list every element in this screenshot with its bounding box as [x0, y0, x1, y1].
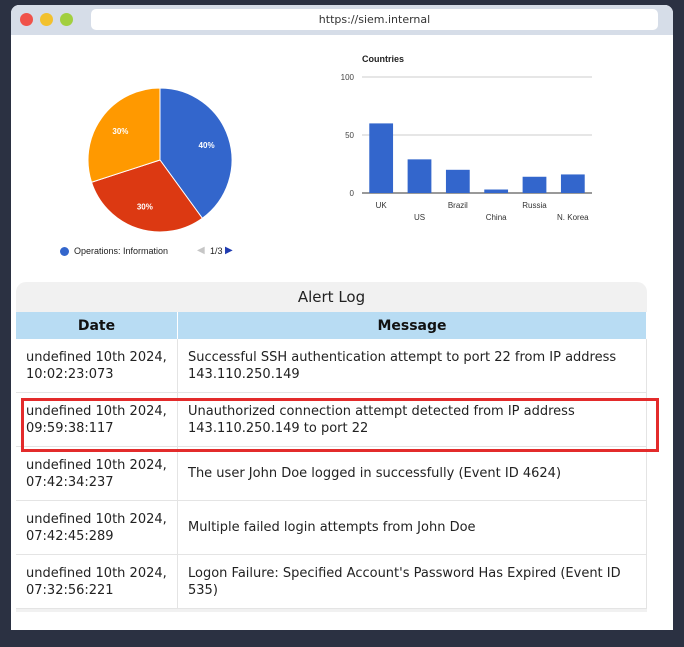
x-tick-label: US	[414, 213, 425, 222]
bar-chart-title: Countries	[362, 54, 404, 64]
minimize-window-button[interactable]	[40, 13, 53, 26]
x-tick-label: UK	[376, 201, 388, 210]
x-tick-label: N. Korea	[557, 213, 589, 222]
table-row[interactable]: undefined 10th 2024, 09:59:38:117 Unauth…	[16, 392, 647, 447]
alert-log-title: Alert Log	[297, 288, 366, 306]
bar[interactable]	[445, 169, 470, 193]
row-date: undefined 10th 2024, 10:02:23:073	[16, 339, 178, 393]
address-bar[interactable]: https://siem.internal	[91, 9, 658, 30]
pie-legend: Operations: Information ◀ 1/3 ▶	[60, 245, 260, 259]
row-message: Multiple failed login attempts from John…	[177, 500, 647, 555]
y-tick-label: 0	[350, 189, 355, 198]
table-row[interactable]: undefined 10th 2024, 10:02:23:073 Succes…	[16, 339, 647, 393]
legend-swatch	[60, 247, 69, 256]
bar[interactable]	[560, 174, 585, 193]
legend-label: Operations: Information	[74, 246, 169, 256]
legend-next-arrow-icon[interactable]: ▶	[225, 245, 233, 256]
row-date: undefined 10th 2024, 07:42:34:237	[16, 446, 178, 501]
y-tick-label: 50	[345, 131, 354, 140]
row-message: Logon Failure: Specified Account's Passw…	[177, 554, 647, 609]
table-row[interactable]: undefined 10th 2024, 07:42:45:289 Multip…	[16, 500, 647, 555]
maximize-window-button[interactable]	[60, 13, 73, 26]
row-message: The user John Doe logged in successfully…	[177, 446, 647, 501]
table-row[interactable]: undefined 10th 2024, 07:42:34:237 The us…	[16, 446, 647, 501]
legend-prev-arrow-icon[interactable]: ◀	[197, 245, 205, 256]
pie-slice-label: 30%	[112, 127, 128, 136]
x-tick-label: Brazil	[448, 201, 468, 210]
row-message: Unauthorized connection attempt detected…	[177, 392, 647, 447]
x-tick-label: China	[486, 213, 507, 222]
bar[interactable]	[369, 123, 394, 193]
alert-log-panel: Alert Log Date Message undefined 10th 20…	[16, 282, 647, 612]
bar-chart: Countries 0 50 100 UK US Brazil China Russia N.…	[320, 45, 620, 239]
row-date: undefined 10th 2024, 07:42:45:289	[16, 500, 178, 555]
column-header-date[interactable]: Date	[16, 312, 178, 339]
bar[interactable]	[522, 176, 547, 193]
bar[interactable]	[484, 189, 509, 193]
row-date: undefined 10th 2024, 09:59:38:117	[16, 392, 178, 447]
pie-slice-label: 40%	[199, 141, 215, 150]
x-tick-label: Russia	[522, 201, 547, 210]
legend-page-indicator: 1/3	[210, 246, 223, 256]
y-tick-label: 100	[341, 73, 355, 82]
pie-chart: 40% 30% 30%	[70, 76, 250, 250]
title-bar: https://siem.internal	[11, 5, 673, 35]
row-date: undefined 10th 2024, 07:32:56:221	[16, 554, 178, 609]
bar[interactable]	[407, 159, 432, 193]
alert-log-table: Date Message undefined 10th 2024, 10:02:…	[16, 312, 647, 609]
pie-slice-label: 30%	[137, 203, 153, 212]
close-window-button[interactable]	[20, 13, 33, 26]
table-row[interactable]: undefined 10th 2024, 07:32:56:221 Logon …	[16, 554, 647, 609]
row-message: Successful SSH authentication attempt to…	[177, 339, 647, 393]
column-header-message[interactable]: Message	[177, 312, 647, 339]
